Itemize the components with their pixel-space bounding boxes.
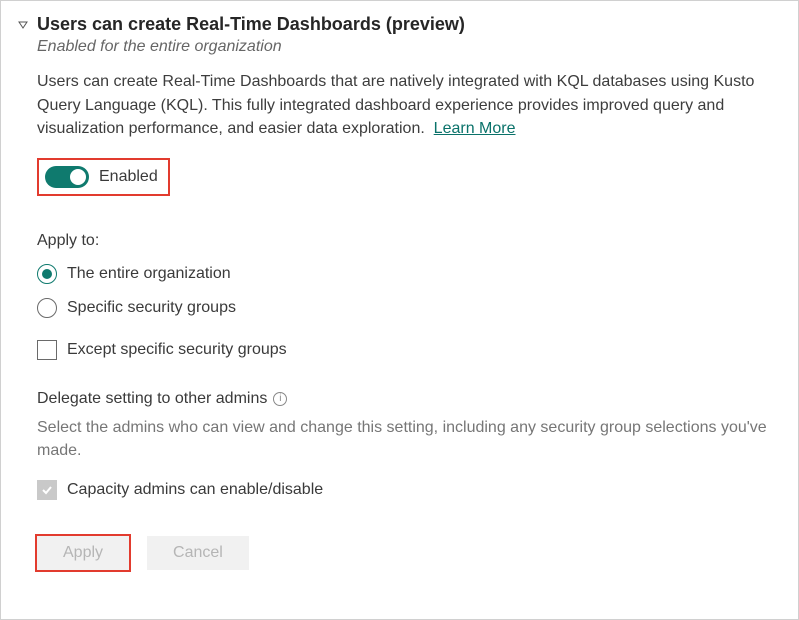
info-icon[interactable]: i [273,392,287,406]
apply-button[interactable]: Apply [37,536,129,570]
delegate-header: Delegate setting to other admins i [37,390,782,408]
radio-specific-groups[interactable]: Specific security groups [37,298,782,318]
except-groups-checkbox[interactable]: Except specific security groups [37,340,782,360]
settings-panel: Users can create Real-Time Dashboards (p… [0,0,799,620]
learn-more-link[interactable]: Learn More [434,120,516,137]
radio-icon [37,264,57,284]
setting-description: Users can create Real-Time Dashboards th… [37,70,782,140]
capacity-admins-checkbox[interactable]: Capacity admins can enable/disable [37,480,782,500]
apply-to-group: The entire organization Specific securit… [37,264,782,318]
button-row: Apply Cancel [37,536,782,570]
setting-subtitle: Enabled for the entire organization [37,38,782,56]
enabled-toggle-container: Enabled [37,158,170,196]
cancel-button[interactable]: Cancel [147,536,249,570]
radio-label: The entire organization [67,265,231,283]
apply-to-label: Apply to: [37,232,782,250]
checkbox-icon [37,480,57,500]
checkbox-icon [37,340,57,360]
description-text: Users can create Real-Time Dashboards th… [37,73,754,136]
radio-entire-organization[interactable]: The entire organization [37,264,782,284]
delegate-description: Select the admins who can view and chang… [37,416,782,462]
radio-label: Specific security groups [67,299,236,317]
enabled-toggle[interactable] [45,166,89,188]
setting-title: Users can create Real-Time Dashboards (p… [37,13,782,36]
setting-header: Users can create Real-Time Dashboards (p… [17,13,782,56]
delegate-label: Delegate setting to other admins [37,390,267,408]
collapse-icon[interactable] [17,19,29,31]
radio-icon [37,298,57,318]
checkbox-label: Except specific security groups [67,341,287,359]
checkbox-label: Capacity admins can enable/disable [67,481,323,499]
enabled-toggle-label: Enabled [99,168,158,186]
